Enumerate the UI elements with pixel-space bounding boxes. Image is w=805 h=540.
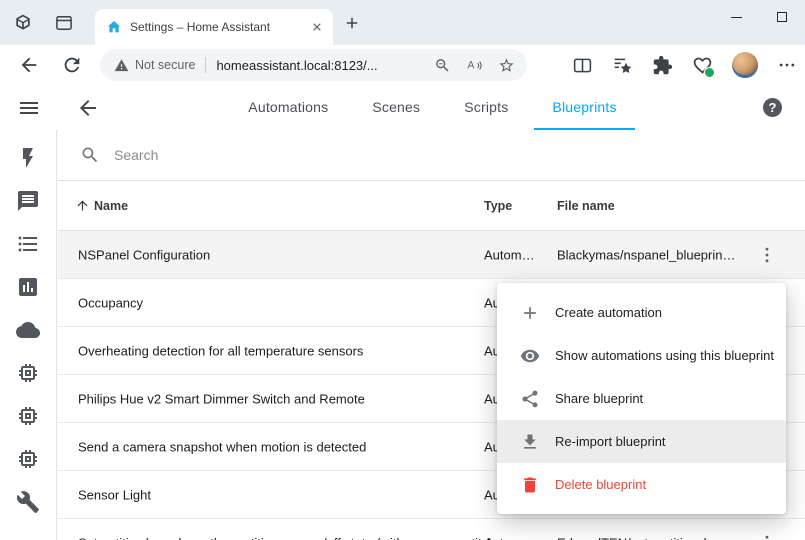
split-screen-icon[interactable]	[572, 55, 593, 76]
chip-icon-3[interactable]	[16, 447, 40, 471]
maximize-button[interactable]	[759, 0, 805, 34]
window-controls	[713, 0, 805, 34]
menu-item-share-blueprint[interactable]: Share blueprint	[497, 377, 786, 420]
column-header-name[interactable]: Name	[94, 199, 128, 213]
tab-blueprints[interactable]: Blueprints	[534, 85, 634, 130]
assist-icon[interactable]	[16, 189, 40, 213]
menu-item-delete-blueprint[interactable]: Delete blueprint	[497, 463, 786, 506]
browser-toolbar: Not secure homeassistant.local:8123/... …	[0, 45, 805, 86]
flash-icon[interactable]	[16, 146, 40, 170]
row-actions-icon[interactable]	[757, 533, 777, 540]
sidebar	[0, 130, 57, 540]
svg-text:A: A	[467, 59, 475, 71]
app-header: Automations Scenes Scripts Blueprints ?	[0, 85, 805, 131]
toolbar-actions	[572, 45, 797, 85]
search-icon	[80, 145, 100, 165]
stats-icon[interactable]	[16, 275, 40, 299]
workspaces-icon[interactable]	[13, 13, 33, 33]
chip-icon-1[interactable]	[16, 361, 40, 385]
search-bar	[58, 130, 805, 181]
menu-item-create-automation[interactable]: Create automation	[497, 291, 786, 334]
zoom-icon[interactable]	[434, 57, 451, 74]
tab-title: Settings – Home Assistant	[130, 20, 301, 34]
column-header-file[interactable]: File name	[557, 199, 615, 213]
row-actions-icon[interactable]	[757, 245, 777, 265]
share-icon	[520, 389, 540, 409]
table-row[interactable]: Set entities based on other entities new…	[58, 519, 805, 540]
extensions-icon[interactable]	[652, 55, 673, 76]
table-header: Name Type File name	[58, 181, 805, 231]
security-label[interactable]: Not secure	[135, 58, 195, 72]
browser-back-icon[interactable]	[18, 54, 40, 76]
favorite-star-icon[interactable]	[498, 57, 515, 74]
sort-arrow-icon[interactable]	[75, 198, 90, 213]
tab-automations[interactable]: Automations	[230, 85, 346, 130]
browser-essentials-icon[interactable]	[692, 55, 713, 76]
wrench-icon[interactable]	[16, 490, 40, 514]
home-assistant-favicon	[106, 19, 122, 35]
row-context-menu: Create automation Show automations using…	[497, 283, 786, 514]
new-tab-button[interactable]	[343, 14, 361, 32]
eye-icon	[520, 346, 540, 366]
cloud-icon[interactable]	[16, 318, 40, 342]
address-divider	[205, 57, 206, 73]
menu-item-reimport-blueprint[interactable]: Re-import blueprint	[497, 420, 786, 463]
help-icon[interactable]: ?	[763, 98, 782, 117]
trash-icon	[520, 475, 540, 495]
profile-avatar[interactable]	[732, 52, 758, 78]
favorites-list-icon[interactable]	[612, 55, 633, 76]
minimize-button[interactable]	[713, 0, 759, 34]
not-secure-warning-icon[interactable]	[114, 58, 129, 73]
tab-scenes[interactable]: Scenes	[354, 85, 438, 130]
column-header-type[interactable]: Type	[484, 199, 512, 213]
plus-icon	[520, 303, 540, 323]
tab-scripts[interactable]: Scripts	[446, 85, 526, 130]
search-input[interactable]	[112, 146, 805, 164]
browser-titlebar: Settings – Home Assistant	[0, 0, 805, 45]
tab-actions-icon[interactable]	[54, 13, 74, 33]
section-tabs: Automations Scenes Scripts Blueprints	[0, 85, 805, 130]
browser-tab[interactable]: Settings – Home Assistant	[95, 9, 333, 45]
menu-item-show-automations[interactable]: Show automations using this blueprint	[497, 334, 786, 377]
tab-close-icon[interactable]	[309, 19, 325, 35]
list-icon[interactable]	[16, 232, 40, 256]
url-text[interactable]: homeassistant.local:8123/...	[216, 58, 426, 73]
read-aloud-icon[interactable]: A	[466, 57, 483, 74]
chip-icon-2[interactable]	[16, 404, 40, 428]
status-dot	[704, 67, 715, 78]
address-bar[interactable]: Not secure homeassistant.local:8123/... …	[100, 49, 527, 81]
table-row[interactable]: NSPanel Configuration Autom… Blackymas/n…	[58, 231, 805, 279]
refresh-icon[interactable]	[61, 54, 83, 76]
download-icon	[520, 432, 540, 452]
screen: Settings – Home Assistant Not secure	[0, 0, 805, 540]
browser-menu-icon[interactable]	[777, 55, 797, 75]
